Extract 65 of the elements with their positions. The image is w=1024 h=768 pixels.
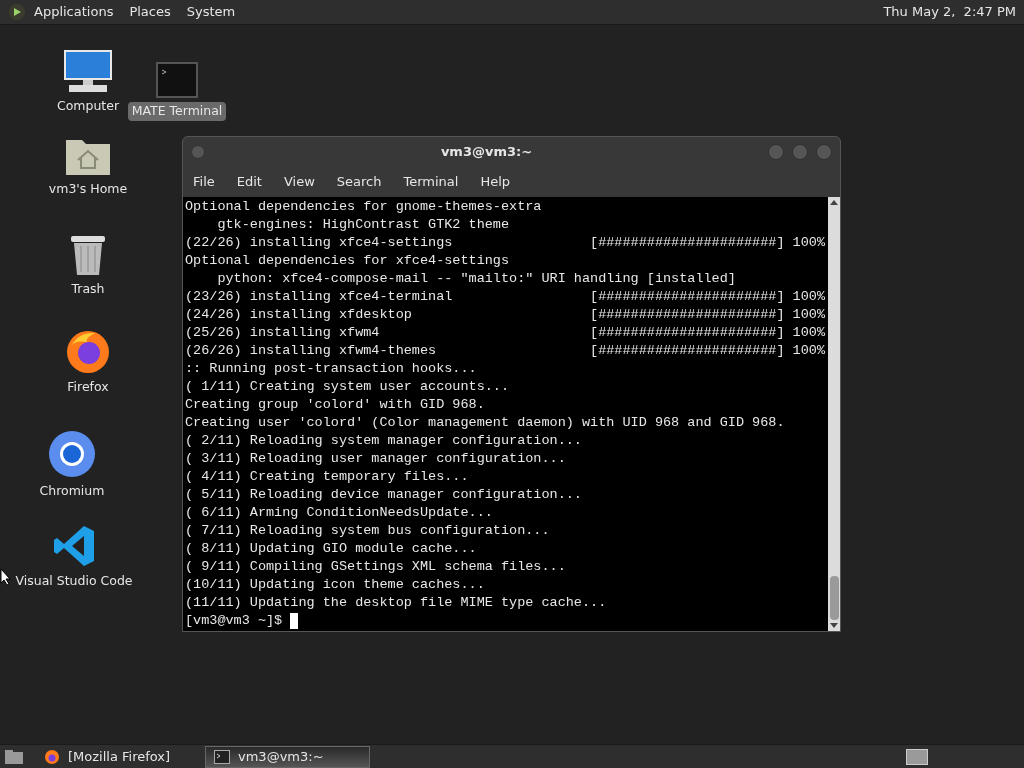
menu-item[interactable]: Terminal xyxy=(403,172,459,192)
terminal-line: :: Running post-transaction hooks... xyxy=(185,360,477,378)
menu-item[interactable]: View xyxy=(283,172,315,192)
terminal-line: ( 5/11) Reloading device manager configuration... xyxy=(185,486,582,504)
terminal-line: (25/26) installing xfwm4 [######################] 100% xyxy=(185,324,825,342)
panel-menu[interactable]: Places xyxy=(129,2,171,22)
menu-item[interactable]: Help xyxy=(480,172,511,192)
scroll-down-icon[interactable] xyxy=(830,623,838,628)
terminal-line: ( 9/11) Compiling GSettings XML schema files... xyxy=(185,558,566,576)
terminal-line: ( 6/11) Arming ConditionNeedsUpdate... xyxy=(185,504,493,522)
desktop-icon-label[interactable]: vm3's Home xyxy=(44,180,132,199)
terminal-line: (24/26) installing xfdesktop [######################] 100% xyxy=(185,306,825,324)
computer-icon xyxy=(63,49,113,93)
menu-item[interactable]: File xyxy=(193,172,215,192)
clock[interactable]: Thu May 2, 2:47 PM xyxy=(883,2,1016,22)
chromium-icon xyxy=(48,430,96,478)
desktop-icon-label[interactable]: Firefox xyxy=(63,378,113,397)
window-title: vm3@vm3:~ xyxy=(439,143,534,162)
terminal-line: ( 4/11) Creating temporary files... xyxy=(185,468,469,486)
terminal-line: Optional dependencies for xfce4-settings xyxy=(185,252,510,270)
terminal-line: (11/11) Updating the desktop file MIME type cache... xyxy=(185,594,607,612)
window-button-icon[interactable] xyxy=(191,145,205,159)
desktop-icon-label[interactable]: Visual Studio Code xyxy=(11,572,137,591)
menu-logo-icon[interactable] xyxy=(8,3,26,21)
taskbar-button[interactable]: vm3@vm3:~ xyxy=(205,745,370,768)
firefox-icon xyxy=(65,328,111,374)
panel-menu[interactable]: Applications xyxy=(34,2,114,22)
menu-item[interactable]: Edit xyxy=(236,172,262,192)
panel-menu[interactable]: System xyxy=(186,2,236,22)
terminal-line: ( 8/11) Updating GIO module cache... xyxy=(185,540,477,558)
terminal-line: (22/26) installing xfce4-settings [######################] 100% xyxy=(185,234,825,252)
cursor-icon xyxy=(290,613,299,629)
terminal-line: Optional dependencies for gnome-themes-extra xyxy=(185,198,542,216)
scrollbar[interactable] xyxy=(828,197,840,631)
firefox-icon xyxy=(44,748,60,765)
scrollbar-thumb[interactable] xyxy=(829,576,839,620)
terminal-prompt: [vm3@vm3 ~]$ xyxy=(185,612,283,630)
show-desktop-icon[interactable] xyxy=(4,748,24,765)
terminal-line: python: xfce4-compose-mail -- "mailto:" URI handling [installed] xyxy=(216,270,736,288)
terminal-line: ( 1/11) Creating system user accounts... xyxy=(185,378,510,396)
trash-icon xyxy=(69,234,107,276)
terminal-line: Creating user 'colord' (Color management daemon) with UID 968 and GID 968. xyxy=(185,414,785,432)
desktop-icon-label[interactable]: Trash xyxy=(67,280,109,299)
terminal-line: (23/26) installing xfce4-terminal [######################] 100% xyxy=(185,288,825,306)
mouse-pointer-icon xyxy=(0,568,12,586)
terminal-line: ( 3/11) Reloading user manager configuration... xyxy=(185,450,566,468)
terminal-line: ( 2/11) Reloading system manager configuration... xyxy=(185,432,582,450)
menu-item[interactable]: Search xyxy=(336,172,382,192)
terminal-line: Creating group 'colord' with GID 968. xyxy=(185,396,485,414)
taskbar-button[interactable]: [Mozilla Firefox] xyxy=(36,745,201,768)
terminal-line: (26/26) installing xfwm4-themes [######################] 100% xyxy=(185,342,825,360)
terminal-line: (10/11) Updating icon theme caches... xyxy=(185,576,485,594)
workspace-switcher[interactable] xyxy=(906,748,928,765)
minimize-button[interactable] xyxy=(768,144,784,160)
terminal-icon xyxy=(156,62,198,98)
close-button[interactable] xyxy=(816,144,832,160)
terminal-line: ( 7/11) Reloading system bus configuration... xyxy=(185,522,550,540)
desktop-icon-label[interactable]: Chromium xyxy=(35,482,109,501)
maximize-button[interactable] xyxy=(792,144,808,160)
desktop-icon-label[interactable]: MATE Terminal xyxy=(127,102,227,121)
terminal-line: gtk-engines: HighContrast GTK2 theme xyxy=(216,216,510,234)
vscode-icon xyxy=(52,524,96,568)
desktop-icon-label[interactable]: Computer xyxy=(52,97,124,116)
scroll-up-icon[interactable] xyxy=(830,200,838,205)
terminal-icon xyxy=(214,749,230,764)
